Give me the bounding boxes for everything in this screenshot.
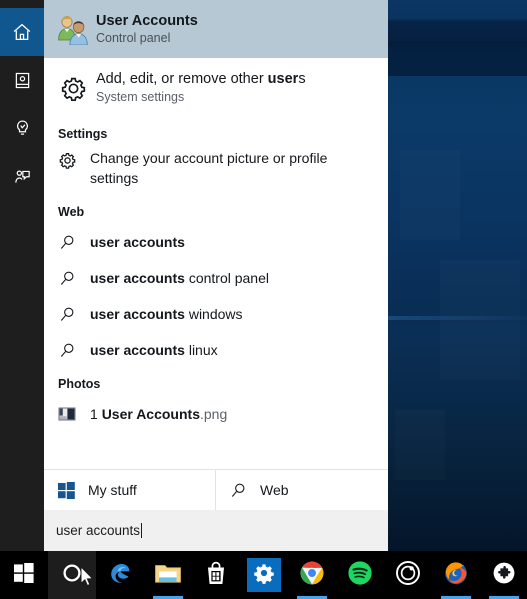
result-add-edit-users[interactable]: Add, edit, or remove other users System …: [44, 58, 388, 118]
windows-logo-icon: [14, 562, 34, 588]
taskbar-spotify-button[interactable]: [336, 551, 384, 599]
taskbar-cortana-button[interactable]: [48, 551, 96, 599]
search-input-value: user accounts: [56, 522, 141, 538]
taskbar-file-explorer-button[interactable]: [144, 551, 192, 599]
result-best-match[interactable]: User Accounts Control panel: [44, 0, 388, 58]
photo-result-label: 1 User Accounts.png: [90, 406, 228, 422]
web-suggestion-item[interactable]: user accounts control panel: [44, 260, 388, 296]
store-bag-icon: [204, 560, 228, 591]
chrome-icon: [299, 560, 325, 591]
result-change-account-picture-label: Change your account picture or profile s…: [90, 150, 328, 186]
taskbar-media-player-button[interactable]: [384, 551, 432, 599]
gear-icon: [44, 148, 90, 170]
search-panel: User Accounts Control panel Add, edit, o…: [0, 0, 388, 551]
taskbar-store-button[interactable]: [192, 551, 240, 599]
taskbar-chrome-button[interactable]: [288, 551, 336, 599]
puzzle-icon: [492, 561, 516, 590]
photo-result-item[interactable]: 1 User Accounts.png: [44, 396, 388, 432]
settings-tile: [247, 558, 281, 592]
web-suggestion-label: user accounts: [90, 234, 185, 250]
section-heading-web: Web: [58, 205, 85, 219]
wallpaper-streak: [388, 316, 527, 320]
home-icon: [11, 21, 33, 43]
taskbar-puzzle-app-button[interactable]: [480, 551, 527, 599]
feedback-icon: [12, 166, 33, 187]
gear-icon: [253, 562, 275, 589]
tab-web-label: Web: [260, 482, 289, 498]
edge-icon: [107, 560, 133, 591]
lightbulb-icon: [12, 118, 33, 139]
taskbar-firefox-button[interactable]: [432, 551, 480, 599]
result-filter-tabs: My stuff Web: [44, 469, 388, 510]
web-suggestion-item[interactable]: user accounts linux: [44, 332, 388, 368]
result-change-account-picture[interactable]: Change your account picture or profile s…: [44, 146, 388, 196]
search-icon: [44, 305, 90, 324]
taskbar-edge-button[interactable]: [96, 551, 144, 599]
tab-my-stuff[interactable]: My stuff: [44, 470, 215, 510]
sidebar-item-home[interactable]: [0, 8, 44, 56]
spotify-icon: [347, 560, 373, 591]
text-caret: [141, 523, 143, 538]
notebook-icon: [12, 70, 33, 91]
result-add-edit-users-title: Add, edit, or remove other users: [96, 71, 306, 87]
sidebar-item-reminders[interactable]: [0, 104, 44, 152]
desktop-screen: User Accounts Control panel Add, edit, o…: [0, 0, 527, 599]
web-suggestion-label: user accounts windows: [90, 306, 243, 322]
gear-icon: [50, 75, 96, 102]
search-icon: [216, 481, 260, 500]
cortana-sidebar: [0, 0, 44, 551]
folder-icon: [154, 561, 182, 590]
disc-icon: [395, 560, 421, 591]
web-suggestion-label: user accounts linux: [90, 342, 218, 358]
web-suggestion-item[interactable]: user accounts: [44, 224, 388, 260]
taskbar-settings-button[interactable]: [240, 551, 288, 599]
cortana-circle-icon: [61, 562, 83, 589]
section-heading-photos: Photos: [58, 377, 101, 391]
result-add-edit-users-text: Add, edit, or remove other users System …: [96, 70, 306, 106]
taskbar: [0, 551, 527, 599]
search-input[interactable]: user accounts: [44, 510, 388, 551]
sidebar-item-feedback[interactable]: [0, 152, 44, 200]
user-accounts-icon: [50, 13, 96, 45]
web-suggestion-item[interactable]: user accounts windows: [44, 296, 388, 332]
result-best-match-subtitle: Control panel: [96, 30, 171, 45]
search-icon: [44, 341, 90, 360]
taskbar-start-button[interactable]: [0, 551, 48, 599]
search-results: User Accounts Control panel Add, edit, o…: [44, 0, 388, 551]
tab-my-stuff-label: My stuff: [88, 482, 137, 498]
wallpaper-texture: [395, 410, 445, 480]
photo-icon: [44, 406, 90, 422]
web-suggestion-label: user accounts control panel: [90, 270, 269, 286]
wallpaper-texture: [400, 150, 460, 240]
result-add-edit-users-subtitle: System settings: [96, 90, 185, 104]
sidebar-item-notebook[interactable]: [0, 56, 44, 104]
section-heading-settings: Settings: [58, 127, 108, 141]
tab-web[interactable]: Web: [215, 470, 388, 510]
search-icon: [44, 269, 90, 288]
wallpaper-texture: [440, 260, 520, 380]
result-best-match-text: User Accounts Control panel: [96, 12, 198, 47]
search-icon: [44, 233, 90, 252]
result-best-match-title: User Accounts: [96, 12, 198, 29]
firefox-icon: [443, 560, 469, 591]
windows-logo-icon: [44, 481, 88, 499]
results-scroll-area: User Accounts Control panel Add, edit, o…: [44, 0, 388, 469]
